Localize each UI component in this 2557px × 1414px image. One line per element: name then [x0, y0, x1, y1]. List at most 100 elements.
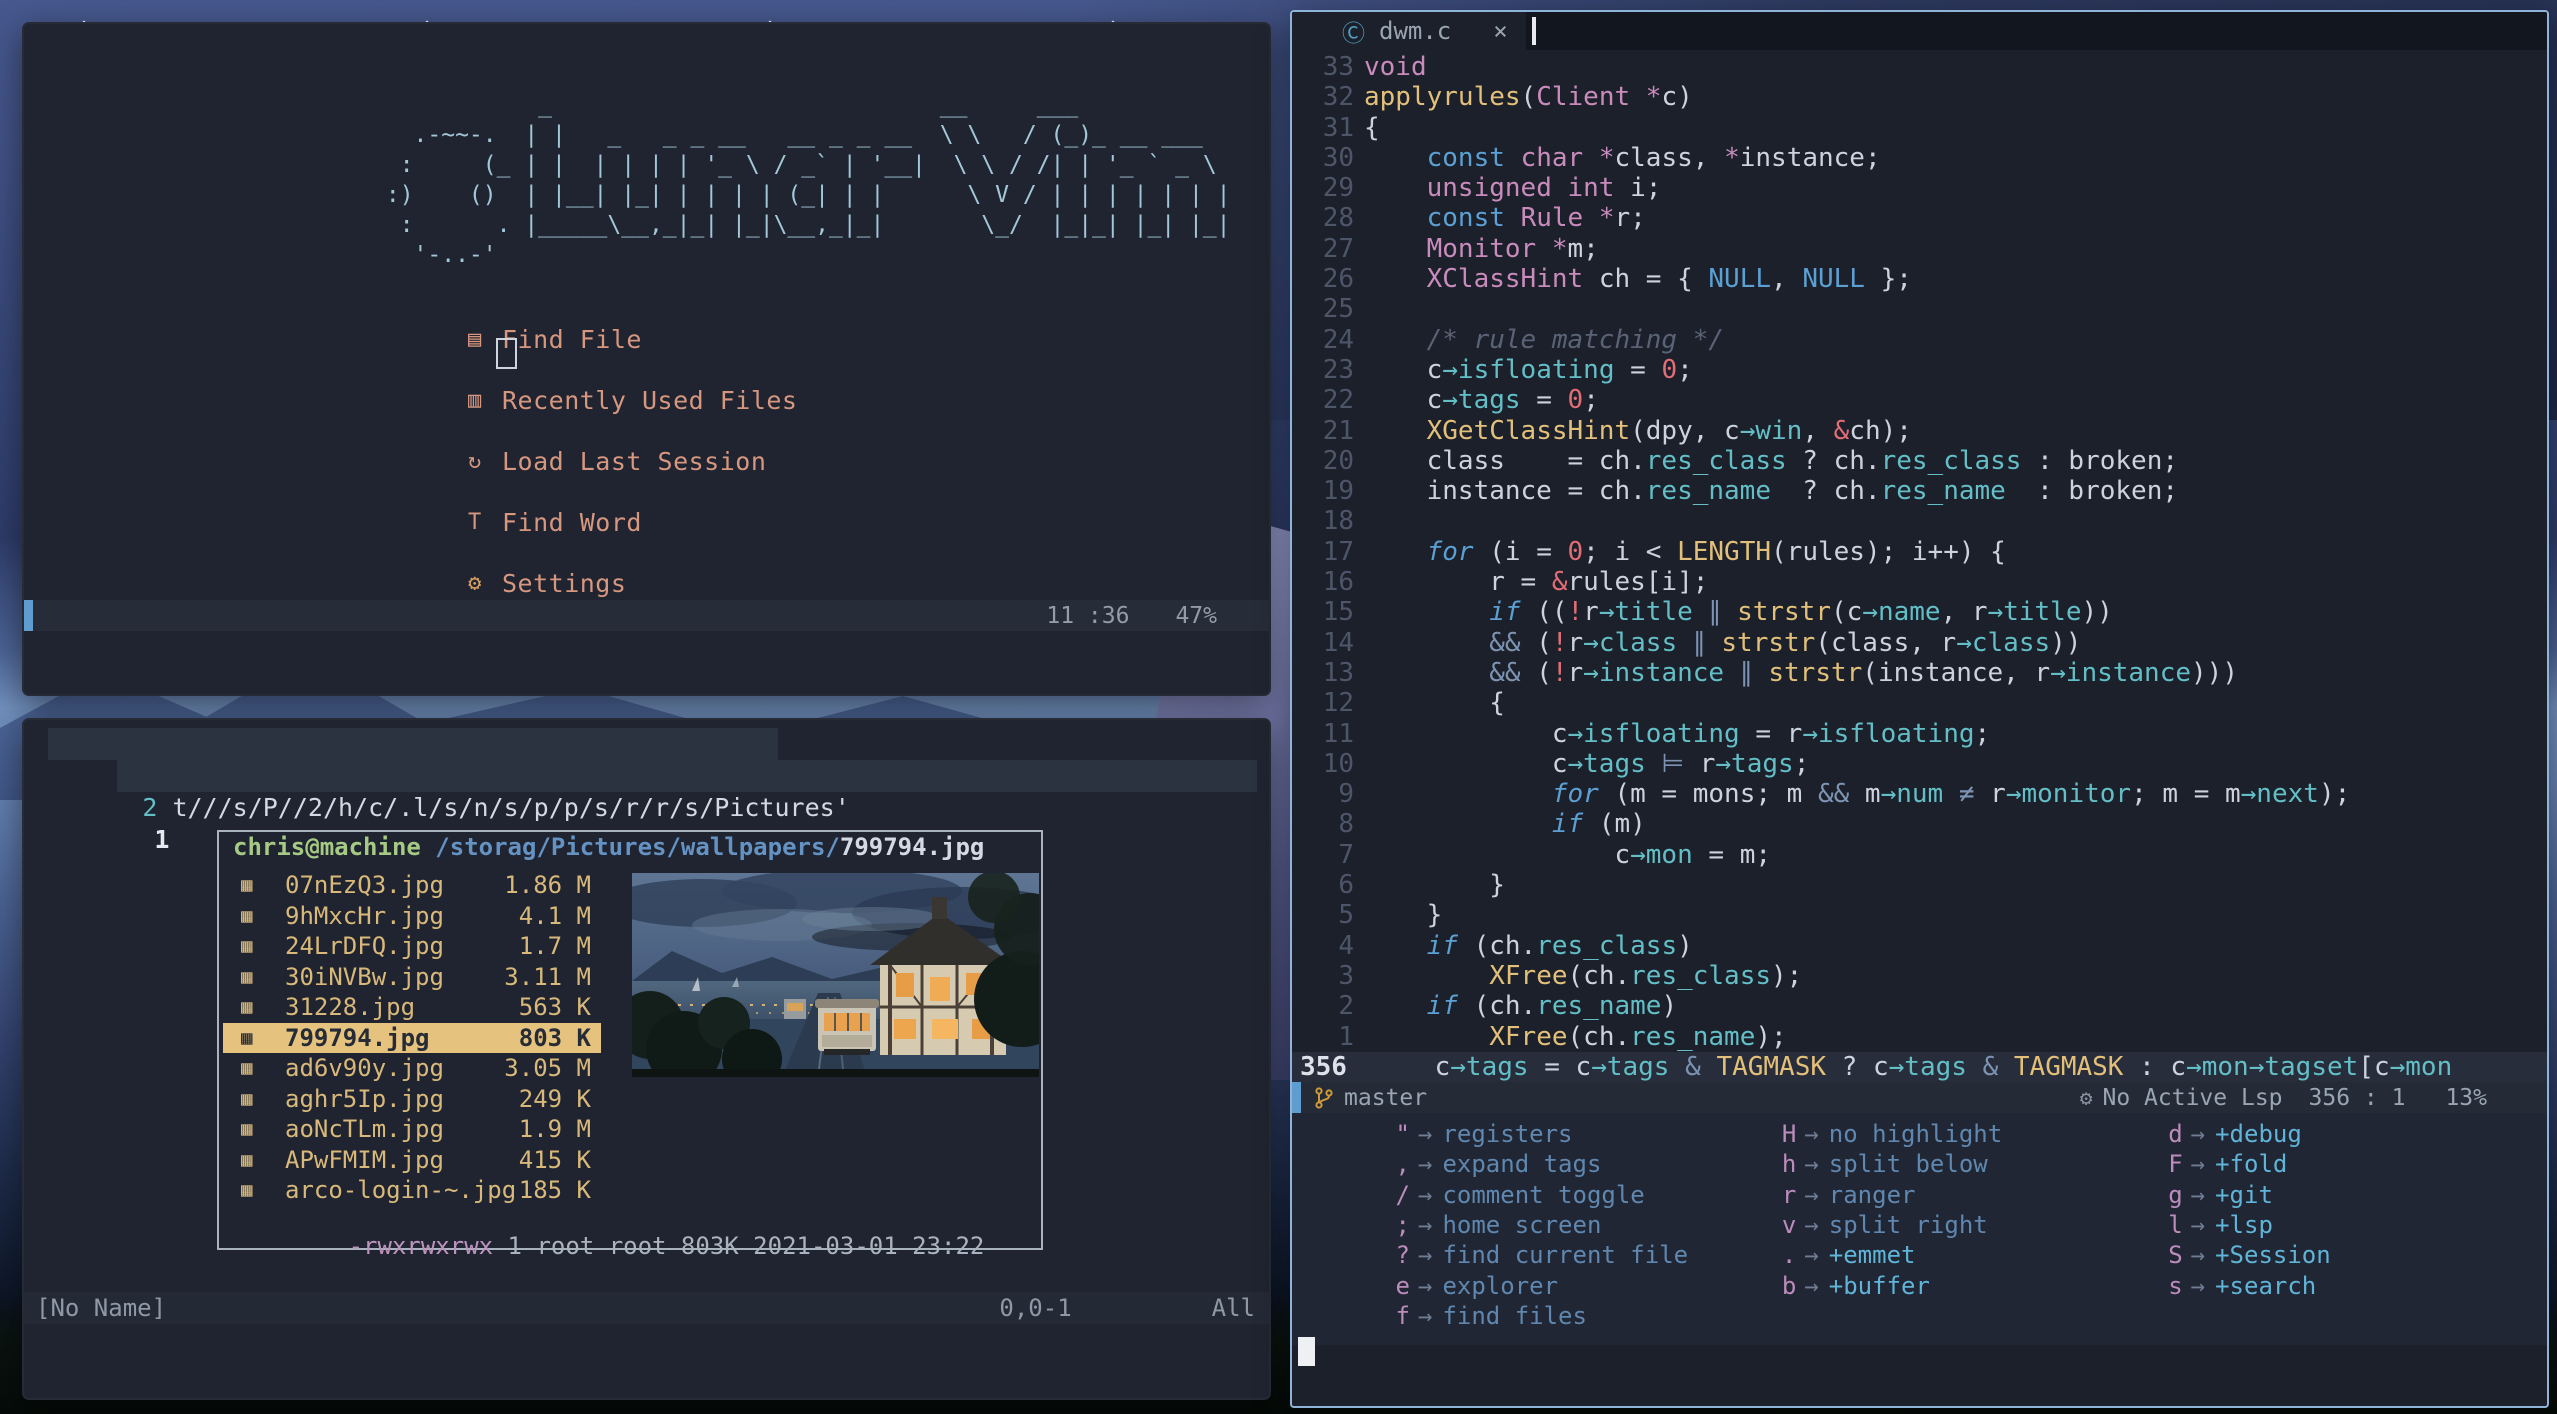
code-text: XClassHint ch = { NULL, NULL }; — [1426, 264, 1912, 295]
whichkey-label: +debug — [2215, 1120, 2302, 1149]
buffer-name: [No Name] — [36, 1294, 167, 1322]
line-number: 6 — [1338, 870, 1354, 901]
arrow-icon: → — [1418, 1271, 1433, 1300]
line-number: 21 — [1322, 415, 1354, 446]
settings-icon: ⚙ — [468, 571, 482, 596]
code-line: 18 — [1292, 506, 2547, 536]
file-row[interactable]: ▦ 799794.jpg 803 K — [223, 1022, 601, 1053]
whichkey-binding: d → +debug — [2161, 1119, 2547, 1149]
file-size: 249 K — [518, 1084, 591, 1113]
dashboard-menu-item-settings[interactable]: ⚙ Settings — [468, 568, 1068, 599]
code-line: 11 c→isfloating = r→isfloating; — [1292, 719, 2547, 749]
code-text: && (!r→instance ∥ strstr(instance, r→ins… — [1489, 657, 2238, 688]
whichkey-label: +search — [2215, 1271, 2317, 1300]
whichkey-label: expand tags — [1442, 1150, 1602, 1179]
whichkey-binding: f → find files — [1388, 1301, 1774, 1331]
code-line: 19 instance = ch.res_name ? ch.res_name … — [1292, 476, 2547, 506]
window-editor-dwm: Ⓒ dwm.c × 33 void 32 applyrules(Client *c) 3… — [1290, 10, 2549, 1408]
whichkey-key: l — [2168, 1210, 2183, 1239]
whichkey-key: e — [1395, 1271, 1410, 1300]
file-row[interactable]: ▦ 31228.jpg 563 K — [223, 992, 601, 1023]
file-row[interactable]: ▦ APwFMIM.jpg 415 K — [223, 1145, 601, 1176]
file-name: 799794.jpg — [285, 1023, 430, 1052]
arrow-icon: → — [1804, 1120, 1819, 1149]
code-line: 17 for (i = 0; i < LENGTH(rules); i++) { — [1292, 537, 2547, 567]
terminal-line-number: 2 — [142, 793, 158, 822]
image-file-icon: ▦ — [241, 1087, 253, 1110]
code-line: 22 c→tags = 0; — [1292, 385, 2547, 415]
scroll-indicator: All — [1211, 1294, 1255, 1322]
whichkey-key: f — [1395, 1301, 1410, 1330]
file-name: 24LrDFQ.jpg — [285, 932, 444, 961]
file-row[interactable]: ▦ ad6v90y.jpg 3.05 M — [223, 1053, 601, 1084]
file-row[interactable]: ▦ 24LrDFQ.jpg 1.7 M — [223, 931, 601, 962]
code-area[interactable]: 33 void 32 applyrules(Client *c) 31{30 const… — [1292, 50, 2547, 1083]
dashboard-menu-item-recent-files[interactable]: ▥ Recently Used Files — [468, 385, 1068, 416]
ranger-header: chris@machine /storag/Pictures/wallpaper… — [219, 832, 1041, 863]
line-number: 2 — [1338, 991, 1354, 1022]
arrow-icon: → — [2190, 1210, 2206, 1239]
whichkey-label: split right — [1828, 1210, 1988, 1239]
editor-tabbar: Ⓒ dwm.c × — [1292, 12, 2547, 50]
image-file-icon: ▦ — [241, 996, 253, 1019]
code-text: void — [1364, 52, 1427, 82]
terminal-statusline: [No Name] 0,0-1 All — [24, 1292, 1269, 1324]
code-text: Monitor *m; — [1426, 233, 1599, 264]
file-row[interactable]: ▦ 30iNVBw.jpg 3.11 M — [223, 962, 601, 993]
whichkey-key: , — [1395, 1150, 1410, 1179]
line-number: 12 — [1322, 688, 1354, 719]
file-name: 07nEzQ3.jpg — [285, 871, 444, 900]
line-number: 25 — [1322, 294, 1354, 325]
whichkey-label: comment toggle — [1442, 1180, 1645, 1209]
image-file-icon: ▦ — [241, 1179, 253, 1202]
file-row[interactable]: ▦ 07nEzQ3.jpg 1.86 M — [223, 870, 601, 901]
dashboard-menu-item-load-session[interactable]: ↻ Load Last Session — [468, 446, 1068, 477]
whichkey-key: . — [1781, 1241, 1797, 1270]
terminal-row: 2 t///s/P//2/h/c/.l/s/n/s/p/p/s/r/r/s/Pi… — [24, 728, 1269, 822]
whichkey-label: no highlight — [1828, 1120, 2003, 1149]
terminal-line-number: 1 — [154, 825, 170, 854]
tab-close-icon[interactable]: × — [1493, 17, 1507, 45]
dashboard-menu: ▤ Find File ▥ Recently Used Files ↻ Load Last… — [468, 324, 1068, 629]
image-file-icon: ▦ — [241, 1148, 253, 1171]
image-file-icon: ▦ — [241, 965, 253, 988]
dashboard-menu-item-find-word[interactable]: T Find Word — [468, 507, 1068, 538]
whichkey-label: split below — [1828, 1150, 1988, 1179]
file-name: APwFMIM.jpg — [285, 1145, 444, 1174]
dashboard-cursor — [496, 338, 517, 369]
code-text: for (i = 0; i < LENGTH(rules); i++) { — [1426, 536, 2006, 567]
file-size: 185 K — [518, 1176, 591, 1205]
load-session-icon: ↻ — [468, 449, 482, 474]
image-file-icon: ▦ — [241, 1118, 253, 1141]
file-row[interactable]: ▦ 9hMxcHr.jpg 4.1 M — [223, 901, 601, 932]
code-text: /* rule matching */ — [1426, 324, 1725, 355]
cursor-position: 0,0-1 — [999, 1294, 1072, 1322]
file-row[interactable]: ▦ aghr5Ip.jpg 249 K — [223, 1084, 601, 1115]
tab-label: dwm.c — [1379, 17, 1452, 45]
terminal-line-text: t///s/P//2/h/c/.l/s/n/s/p/p/s/r/r/s/Pict… — [172, 793, 850, 822]
arrow-icon: → — [2190, 1120, 2206, 1149]
whichkey-key: b — [1781, 1271, 1797, 1300]
terminal-row-highlight — [117, 760, 1257, 792]
whichkey-binding: F → +fold — [2161, 1149, 2547, 1179]
ranger-file-list: ▦ 07nEzQ3.jpg 1.86 M ▦ 9hMxcHr.jpg 4.1 M ▦ 24Lr… — [223, 870, 601, 1206]
code-line: 9 for (m = mons; m && m→num ≠ r→monitor;… — [1292, 779, 2547, 809]
ranger-path: /storag/Pictures/wallpapers/ — [420, 833, 840, 861]
tab-dwm-c[interactable]: Ⓒ dwm.c × — [1292, 12, 1526, 50]
whichkey-label: home screen — [1442, 1210, 1602, 1239]
code-text: for (m = mons; m && m→num ≠ r→monitor; m… — [1551, 779, 2351, 810]
file-row[interactable]: ▦ aoNcTLm.jpg 1.9 M — [223, 1114, 601, 1145]
code-text: if ((!r→title ∥ strstr(c→name, r→title)) — [1489, 597, 2113, 628]
line-number: 28 — [1322, 203, 1354, 234]
arrow-icon: → — [1804, 1150, 1819, 1179]
dashboard-menu-item-find-file[interactable]: ▤ Find File — [468, 324, 1068, 355]
whichkey-label: +buffer — [1828, 1271, 1930, 1300]
code-line: 26 XClassHint ch = { NULL, NULL }; — [1292, 264, 2547, 294]
arrow-icon: → — [1418, 1120, 1433, 1149]
code-text: class = ch.res_class ? ch.res_class : br… — [1364, 445, 2179, 476]
file-row[interactable]: ▦ arco-login-~.jpg 185 K — [223, 1175, 601, 1206]
whichkey-key: S — [2168, 1241, 2183, 1270]
line-number: 13 — [1322, 657, 1354, 688]
whichkey-key: ; — [1395, 1210, 1410, 1239]
